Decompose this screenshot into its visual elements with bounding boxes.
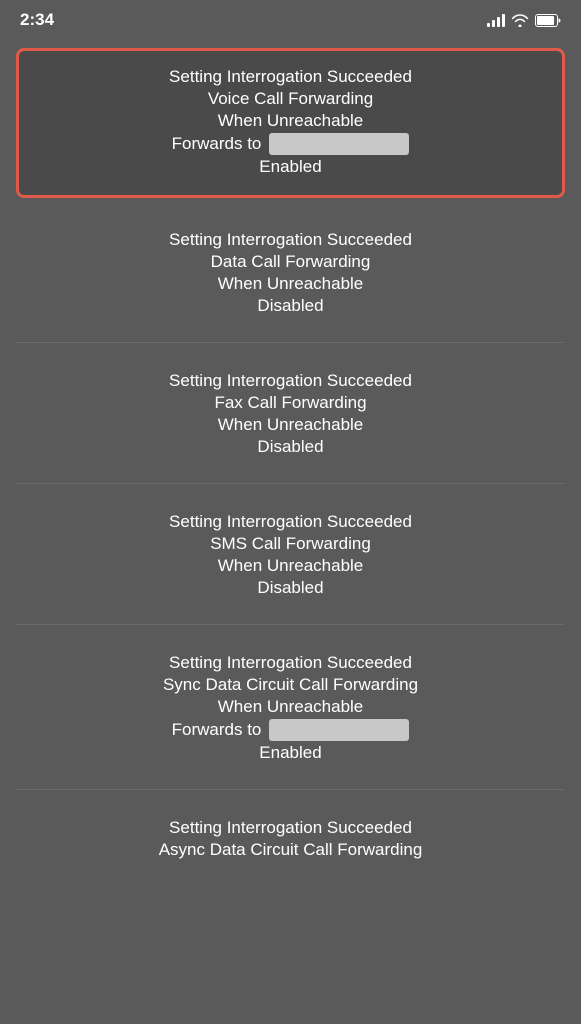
- divider-2: [16, 483, 565, 484]
- status-bar: 2:34: [0, 0, 581, 36]
- fax-card-detail: When Unreachable: [20, 415, 561, 435]
- async-card-subtitle: Async Data Circuit Call Forwarding: [20, 840, 561, 860]
- signal-icon: [487, 13, 505, 27]
- divider-3: [16, 624, 565, 625]
- sync-card-title: Setting Interrogation Succeeded: [20, 653, 561, 673]
- data-card-title: Setting Interrogation Succeeded: [20, 230, 561, 250]
- voice-forwards-label: Forwards to: [172, 134, 262, 154]
- sms-card-detail: When Unreachable: [20, 556, 561, 576]
- wifi-icon: [511, 13, 529, 27]
- voice-card-detail: When Unreachable: [39, 111, 542, 131]
- sync-forwards-row: Forwards to: [20, 719, 561, 741]
- battery-icon: [535, 14, 561, 27]
- card-sms-call-forwarding: Setting Interrogation Succeeded SMS Call…: [0, 496, 581, 616]
- voice-card-title: Setting Interrogation Succeeded: [39, 67, 542, 87]
- data-card-subtitle: Data Call Forwarding: [20, 252, 561, 272]
- voice-card-subtitle: Voice Call Forwarding: [39, 89, 542, 109]
- card-data-call-forwarding: Setting Interrogation Succeeded Data Cal…: [0, 214, 581, 334]
- sync-card-status: Enabled: [20, 743, 561, 763]
- sms-card-subtitle: SMS Call Forwarding: [20, 534, 561, 554]
- voice-forwards-value: [269, 133, 409, 155]
- status-icons: [487, 13, 561, 27]
- sms-card-status: Disabled: [20, 578, 561, 598]
- fax-card-status: Disabled: [20, 437, 561, 457]
- divider-4: [16, 789, 565, 790]
- data-card-detail: When Unreachable: [20, 274, 561, 294]
- main-content: Setting Interrogation Succeeded Voice Ca…: [0, 36, 581, 902]
- fax-card-subtitle: Fax Call Forwarding: [20, 393, 561, 413]
- async-card-title: Setting Interrogation Succeeded: [20, 818, 561, 838]
- sms-card-title: Setting Interrogation Succeeded: [20, 512, 561, 532]
- card-fax-call-forwarding: Setting Interrogation Succeeded Fax Call…: [0, 355, 581, 475]
- sync-forwards-label: Forwards to: [172, 720, 262, 740]
- card-async-data-circuit: Setting Interrogation Succeeded Async Da…: [0, 802, 581, 878]
- card-voice-call-forwarding: Setting Interrogation Succeeded Voice Ca…: [16, 48, 565, 198]
- sync-card-detail: When Unreachable: [20, 697, 561, 717]
- status-time: 2:34: [20, 10, 54, 30]
- sync-forwards-value: [269, 719, 409, 741]
- data-card-status: Disabled: [20, 296, 561, 316]
- fax-card-title: Setting Interrogation Succeeded: [20, 371, 561, 391]
- card-sync-data-circuit: Setting Interrogation Succeeded Sync Dat…: [0, 637, 581, 781]
- voice-forwards-row: Forwards to: [39, 133, 542, 155]
- voice-card-status: Enabled: [39, 157, 542, 177]
- divider-1: [16, 342, 565, 343]
- sync-card-subtitle: Sync Data Circuit Call Forwarding: [20, 675, 561, 695]
